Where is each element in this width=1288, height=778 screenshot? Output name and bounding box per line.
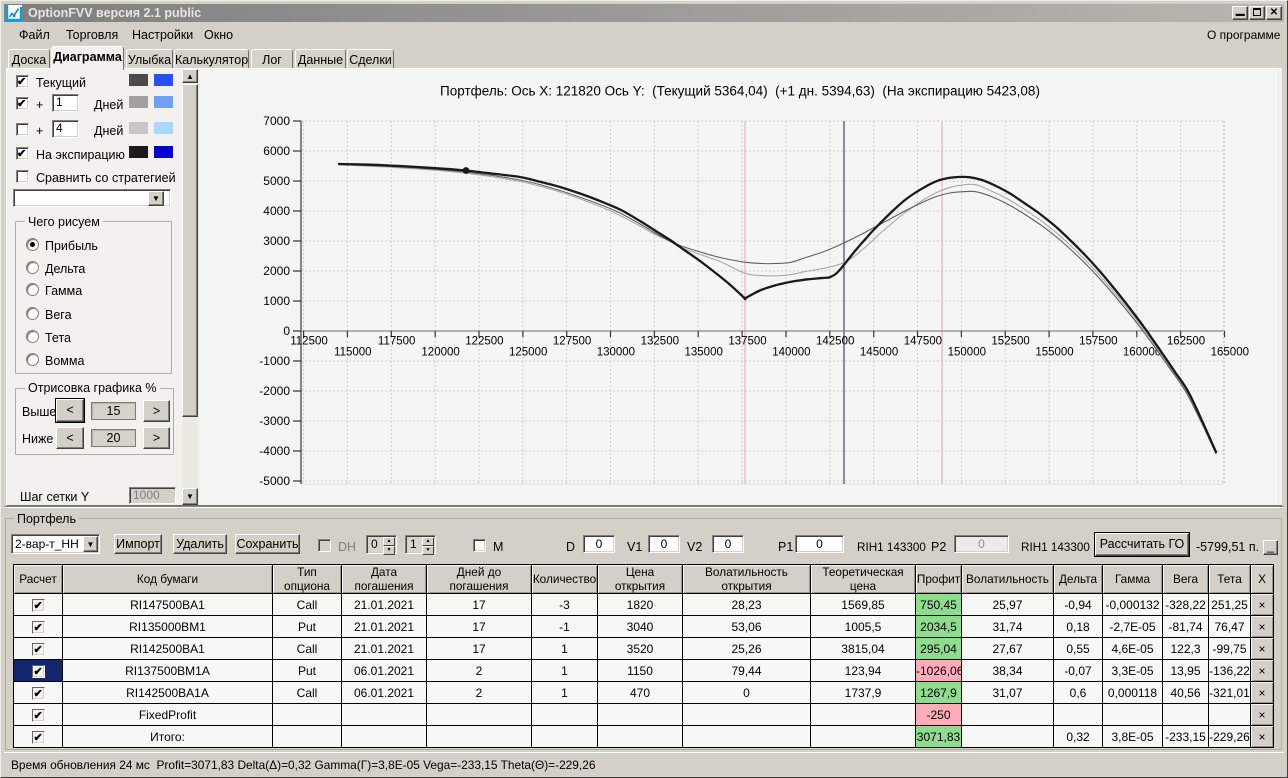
- svg-text:2000: 2000: [263, 264, 290, 278]
- svg-text:130000: 130000: [597, 347, 635, 359]
- svg-text:4000: 4000: [263, 204, 290, 218]
- svg-text:145000: 145000: [860, 347, 898, 359]
- svg-text:6000: 6000: [263, 144, 290, 158]
- svg-text:-4000: -4000: [259, 444, 290, 458]
- svg-text:-5000: -5000: [259, 474, 290, 488]
- svg-text:120000: 120000: [421, 347, 459, 359]
- svg-text:155000: 155000: [1035, 347, 1073, 359]
- svg-text:132500: 132500: [641, 336, 679, 348]
- svg-text:127500: 127500: [553, 336, 591, 348]
- svg-text:165000: 165000: [1211, 347, 1249, 359]
- svg-text:157500: 157500: [1079, 336, 1117, 348]
- svg-text:122500: 122500: [465, 336, 503, 348]
- svg-text:140000: 140000: [772, 347, 810, 359]
- svg-text:-1000: -1000: [259, 354, 290, 368]
- svg-text:162500: 162500: [1167, 336, 1205, 348]
- svg-text:125000: 125000: [509, 347, 547, 359]
- svg-text:117500: 117500: [378, 336, 416, 348]
- svg-text:147500: 147500: [904, 336, 942, 348]
- svg-text:-2000: -2000: [259, 384, 290, 398]
- svg-text:1000: 1000: [263, 294, 290, 308]
- svg-text:112500: 112500: [290, 336, 328, 348]
- svg-text:142500: 142500: [816, 336, 854, 348]
- svg-text:3000: 3000: [263, 234, 290, 248]
- svg-text:135000: 135000: [685, 347, 723, 359]
- svg-text:Портфель: Ось X: 121820 Ось Y:: Портфель: Ось X: 121820 Ось Y: (Текущий …: [440, 84, 1040, 99]
- svg-text:137500: 137500: [728, 336, 766, 348]
- svg-text:-3000: -3000: [259, 414, 290, 428]
- svg-text:152500: 152500: [991, 336, 1029, 348]
- svg-text:115000: 115000: [334, 347, 372, 359]
- svg-text:5000: 5000: [263, 174, 290, 188]
- svg-text:7000: 7000: [263, 114, 290, 128]
- svg-text:150000: 150000: [948, 347, 986, 359]
